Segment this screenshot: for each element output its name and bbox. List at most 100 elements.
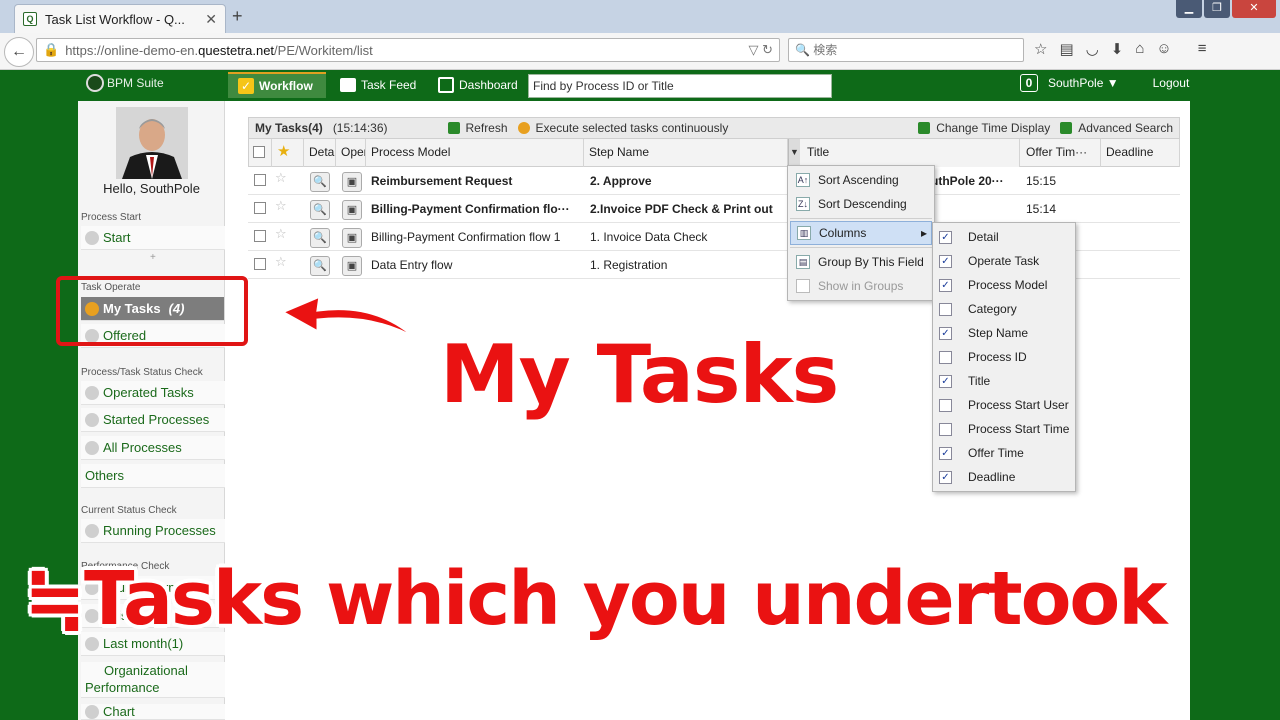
offer-time-checkbox[interactable]: ✓ [939,446,952,460]
operate-task-icon[interactable]: ▣ [342,172,362,192]
browser-tab[interactable]: Q Task List Workflow - Q... ✕ [14,4,226,33]
reading-list-icon[interactable]: ▤ [1059,40,1073,58]
nav-workflow[interactable]: ✓ Workflow [228,72,326,98]
close-window-icon[interactable]: ✕ [1232,0,1276,18]
row-checkbox[interactable] [254,202,266,214]
nav-dashboard[interactable]: Dashboard [428,72,528,98]
sidebar-item-org-performance[interactable]: Organizational Performance [81,662,225,698]
user-area: 0 SouthPole ▼ Logout [1020,74,1189,92]
sidebar-item-others[interactable]: Others [81,464,225,488]
sidebar-item-running-processes[interactable]: Running Processes [81,519,225,543]
col-process-model[interactable]: Process Model [366,139,584,167]
chat-icon[interactable]: ☺ [1156,40,1171,58]
detail-checkbox[interactable]: ✓ [939,230,952,244]
cell-process-model: Reimbursement Request [371,174,513,188]
browser-search-input[interactable]: 🔍 検索 [788,38,1024,62]
start-icon [85,230,99,245]
cell-process-model: Billing-Payment Confirmation flo··· [371,202,570,216]
refresh-icon [447,122,460,134]
advanced-search-button[interactable]: Advanced Search [1078,121,1173,135]
sidebar-item-chart[interactable]: Chart [81,704,225,720]
pocket-icon[interactable]: ◡ [1086,40,1099,58]
column-toggle-offer-time[interactable]: ✓ Offer Time [933,441,1075,465]
url-bar[interactable]: 🔒 https://online-demo-en.questetra.net/P… [36,38,780,62]
process-model-checkbox[interactable]: ✓ [939,278,952,292]
search-grid-icon [1060,122,1073,134]
detail-magnifier-icon[interactable]: 🔍 [310,200,330,220]
operate-task-icon[interactable]: ▣ [342,200,362,220]
sidebar-item-operated-tasks[interactable]: Operated Tasks [81,381,225,405]
column-toggle-process-model[interactable]: ✓ Process Model [933,273,1075,297]
title-checkbox[interactable]: ✓ [939,374,952,388]
logout-link[interactable]: Logout [1153,76,1190,90]
new-tab-button[interactable]: + [232,6,243,27]
column-toggle-process-start-time[interactable]: ✓Process Start Time [933,417,1075,441]
row-star-icon[interactable]: ☆ [275,254,287,270]
process-start-user-checkbox[interactable]: ✓ [939,398,952,412]
sidebar-item-started-processes[interactable]: Started Processes [81,408,225,432]
menu-sort-descending[interactable]: Z↓ Sort Descending [790,192,932,216]
refresh-button[interactable]: Refresh [466,121,508,135]
row-checkbox[interactable] [254,174,266,186]
menu-icon[interactable]: ≡ [1198,40,1207,58]
column-toggle-category[interactable]: ✓Category [933,297,1075,321]
step-name-checkbox[interactable]: ✓ [939,326,952,340]
change-time-button[interactable]: Change Time Display [936,121,1050,135]
deadline-checkbox[interactable]: ✓ [939,470,952,484]
menu-sort-ascending[interactable]: A↑ Sort Ascending [790,168,932,192]
process-id-checkbox[interactable]: ✓ [939,350,952,364]
home-icon[interactable]: ⌂ [1135,40,1144,58]
favicon-icon: Q [23,12,37,26]
maximize-icon[interactable]: ❐ [1204,0,1230,18]
operate-task-icon[interactable]: ▣ [342,228,362,248]
bookmark-star-icon[interactable]: ☆ [1034,40,1047,58]
col-step-name[interactable]: Step Name [584,139,788,167]
category-checkbox[interactable]: ✓ [939,302,952,316]
column-toggle-operate-task[interactable]: ✓ Operate Task [933,249,1075,273]
sort-desc-icon: Z↓ [796,197,810,211]
col-title[interactable]: Title [802,139,1020,167]
detail-magnifier-icon[interactable]: 🔍 [310,256,330,276]
row-checkbox[interactable] [254,258,266,270]
app-logo[interactable]: BPM Suite [86,74,164,92]
back-button[interactable]: ← [4,37,34,67]
column-toggle-detail[interactable]: ✓ Detail [933,225,1075,249]
column-menu-trigger[interactable]: ▼ [788,139,800,167]
notification-count[interactable]: 0 [1020,74,1038,92]
col-deadline[interactable]: Deadline [1101,139,1180,167]
detail-magnifier-icon[interactable]: 🔍 [310,228,330,248]
reload-icon[interactable]: ▽ ↻ [748,42,773,58]
user-menu[interactable]: SouthPole ▼ [1048,76,1119,90]
operate-task-checkbox[interactable]: ✓ [939,254,952,268]
column-toggle-process-id[interactable]: ✓Process ID [933,345,1075,369]
process-start-time-checkbox[interactable]: ✓ [939,422,952,436]
row-star-icon[interactable]: ☆ [275,226,287,242]
nav-task-feed[interactable]: Task Feed [330,72,426,98]
close-tab-icon[interactable]: ✕ [205,11,217,28]
minimize-icon[interactable]: ▁ [1176,0,1202,18]
row-star-icon[interactable]: ☆ [275,198,287,214]
execute-icon [517,122,530,134]
sidebar-item-start[interactable]: Start [81,226,225,250]
row-star-icon[interactable]: ☆ [275,170,287,186]
execute-button[interactable]: Execute selected tasks continuously [536,121,729,135]
find-process-input[interactable]: Find by Process ID or Title [528,74,832,98]
column-toggle-deadline[interactable]: ✓ Deadline [933,465,1075,489]
column-toggle-process-start-user[interactable]: ✓Process Start User [933,393,1075,417]
col-operate[interactable]: Oper [336,139,366,167]
star-header-icon[interactable]: ★ [272,139,304,167]
expand-icon[interactable]: + [150,252,156,263]
menu-columns[interactable]: ▥ Columns ▸ [790,221,932,245]
window-controls: ▁ ❐ ✕ [1176,0,1276,18]
select-all-checkbox[interactable] [253,146,265,158]
column-toggle-step-name[interactable]: ✓ Step Name [933,321,1075,345]
operate-task-icon[interactable]: ▣ [342,256,362,276]
detail-magnifier-icon[interactable]: 🔍 [310,172,330,192]
col-offer-time[interactable]: Offer Tim··· [1021,139,1101,167]
row-checkbox[interactable] [254,230,266,242]
col-detail[interactable]: Deta [304,139,336,167]
column-toggle-title[interactable]: ✓ Title [933,369,1075,393]
menu-group-by-field[interactable]: ▤ Group By This Field [790,250,932,274]
download-icon[interactable]: ⬇ [1111,40,1124,58]
sidebar-item-all-processes[interactable]: All Processes [81,436,225,460]
